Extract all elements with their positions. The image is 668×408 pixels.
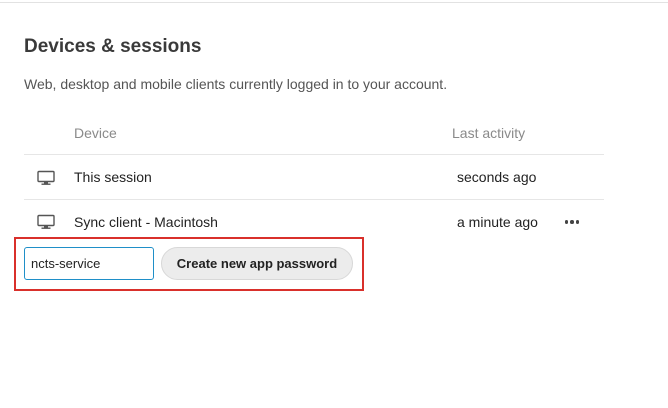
create-app-password-button[interactable]: Create new app password: [161, 247, 353, 280]
desktop-icon: [37, 214, 55, 230]
column-header-device: Device: [74, 125, 117, 141]
row-divider: [24, 199, 604, 200]
column-header-last-activity: Last activity: [452, 125, 526, 141]
device-name: This session: [74, 169, 152, 185]
more-dot: [570, 220, 574, 224]
last-activity: a minute ago: [457, 214, 538, 230]
top-divider: [0, 2, 668, 3]
more-dot: [564, 220, 569, 224]
section-title: Devices & sessions: [24, 36, 202, 57]
last-activity: seconds ago: [457, 169, 537, 185]
section-description: Web, desktop and mobile clients currentl…: [24, 76, 448, 92]
header-divider: [24, 154, 604, 155]
app-password-name-input[interactable]: [24, 247, 154, 280]
device-name: Sync client - Macintosh: [74, 214, 218, 230]
more-options-button[interactable]: [560, 212, 584, 232]
desktop-icon: [37, 170, 55, 186]
more-dot: [575, 220, 580, 224]
